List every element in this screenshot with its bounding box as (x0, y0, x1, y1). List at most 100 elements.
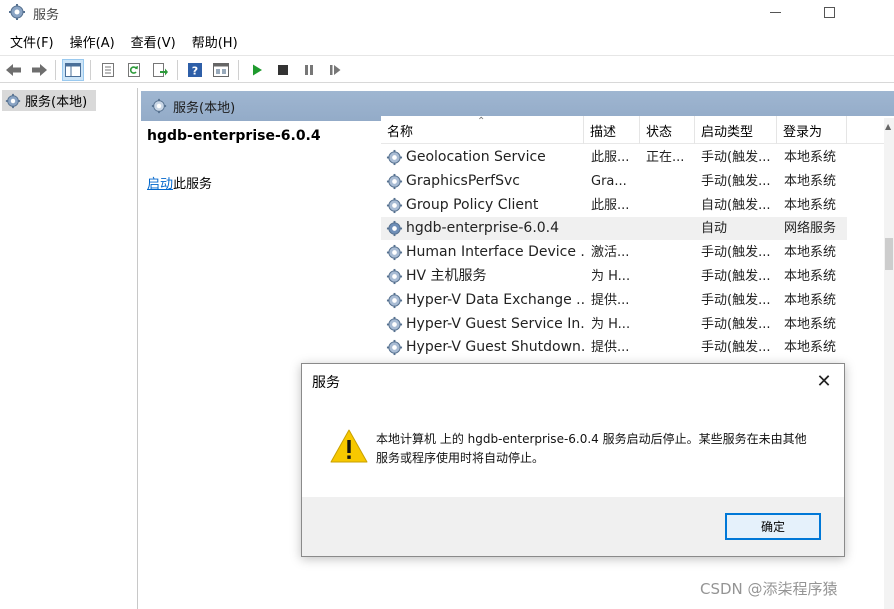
properties-button[interactable] (97, 59, 119, 81)
service-logon: 本地系统 (784, 150, 837, 165)
service-logon: 本地系统 (784, 292, 837, 308)
service-name: Hyper-V Guest Service In... (406, 315, 586, 332)
service-name: Human Interface Device ... (406, 244, 586, 261)
column-startup-label: 启动类型 (701, 124, 754, 140)
column-header-name[interactable]: 名称 ⌃ (381, 116, 584, 144)
service-gear-icon (386, 221, 403, 237)
service-logon: 网络服务 (784, 221, 837, 237)
service-gear-icon (386, 340, 403, 356)
service-description: 提供... (591, 292, 630, 308)
list-header: 名称 ⌃ 描述 状态 启动类型 登录为 (381, 116, 894, 144)
sort-ascending-icon: ⌃ (477, 116, 486, 127)
dialog-title: 服务 (312, 375, 340, 391)
table-row[interactable]: Geolocation Service 此服... 正在... 手动(触发... 本地系… (381, 146, 847, 169)
service-status (646, 241, 690, 264)
properties-icon (102, 63, 114, 77)
start-service-link[interactable]: 启动 (147, 177, 173, 192)
service-startup-type: 自动(触发... (701, 197, 771, 213)
service-status (646, 194, 690, 217)
service-gear-icon (386, 149, 403, 166)
service-description: 为 H... (591, 269, 631, 284)
service-gear-icon (386, 316, 403, 332)
tree-item-services-local[interactable]: 服务(本地) (2, 90, 96, 111)
toolbar-separator (238, 60, 239, 80)
services-gear-icon (9, 4, 25, 20)
show-hide-tree-button[interactable] (62, 59, 84, 81)
table-row[interactable]: Group Policy Client 此服... 自动(触发... 本地系统 (381, 194, 847, 217)
back-arrow-icon (6, 64, 21, 76)
service-startup-type: 手动(触发... (701, 150, 771, 165)
error-dialog: 服务 ✕ 本地计算机 上的 hgdb-enterprise-6.0.4 服务启动… (301, 363, 845, 557)
service-description: 激活... (591, 245, 630, 261)
service-status (646, 217, 690, 240)
refresh-icon (128, 63, 140, 77)
table-row[interactable]: Hyper-V Guest Service In... 为 H... 手动(触发..… (381, 313, 847, 336)
warning-icon (330, 429, 368, 463)
stop-service-button[interactable] (272, 59, 294, 81)
column-status-label: 状态 (646, 124, 673, 140)
service-gear-icon (386, 268, 403, 285)
toolbar-separator (90, 60, 91, 80)
forward-button[interactable] (28, 59, 50, 81)
dialog-message: 本地计算机 上的 hgdb-enterprise-6.0.4 服务启动后停止。某… (376, 432, 807, 465)
table-row[interactable]: Human Interface Device ... 激活... 手动(触发... 本… (381, 241, 847, 264)
service-logon: 本地系统 (784, 197, 837, 213)
resume-icon (330, 65, 341, 75)
service-description: 此服... (591, 150, 630, 165)
menu-view[interactable]: 查看(V) (123, 30, 184, 52)
service-description: 提供... (591, 340, 630, 356)
table-row[interactable]: Hyper-V Data Exchange ... 提供... 手动(触发... 本地… (381, 289, 847, 312)
resume-service-button[interactable] (324, 59, 346, 81)
column-header-logon[interactable]: 登录为 (777, 116, 847, 144)
menu-file[interactable]: 文件(F) (2, 30, 62, 52)
menu-bar: 文件(F) 操作(A) 查看(V) 帮助(H) (0, 30, 894, 52)
minimize-icon (769, 11, 781, 13)
menu-action[interactable]: 操作(A) (62, 30, 123, 52)
back-button[interactable] (3, 59, 25, 81)
console-tree-icon (213, 63, 229, 77)
service-name: HV 主机服务 (406, 268, 487, 284)
service-logon: 本地系统 (784, 316, 837, 332)
column-header-startup-type[interactable]: 启动类型 (695, 116, 777, 144)
start-service-suffix: 此服务 (173, 177, 213, 192)
toolbar-separator (177, 60, 178, 80)
service-logon: 本地系统 (784, 245, 837, 261)
service-startup-type: 手动(触发... (701, 340, 771, 356)
console-tree-button[interactable] (210, 59, 232, 81)
service-startup-type: 手动(触发... (701, 173, 771, 189)
help-button[interactable]: ? (184, 59, 206, 81)
maximize-button[interactable] (806, 0, 852, 24)
menu-help[interactable]: 帮助(H) (184, 30, 246, 52)
export-list-button[interactable] (149, 59, 171, 81)
services-gear-icon (151, 98, 167, 114)
maximize-icon (823, 6, 835, 18)
start-service-button[interactable] (246, 59, 268, 81)
selected-service-name: hgdb-enterprise-6.0.4 (147, 128, 321, 144)
close-icon: ✕ (816, 370, 832, 392)
watermark: CSDN @添柒程序猿 (700, 580, 838, 598)
service-name: Geolocation Service (406, 149, 546, 165)
vertical-scrollbar[interactable]: ▲ (884, 118, 894, 609)
table-row[interactable]: GraphicsPerfSvc Gra... 手动(触发... 本地系统 (381, 170, 847, 193)
dialog-close-button[interactable]: ✕ (806, 366, 842, 396)
refresh-button[interactable] (123, 59, 145, 81)
ok-button[interactable]: 确定 (725, 513, 821, 540)
service-startup-type: 自动 (701, 221, 728, 237)
scroll-thumb[interactable] (885, 238, 893, 270)
service-gear-icon (386, 245, 403, 261)
service-gear-icon (386, 173, 403, 189)
service-status (646, 313, 690, 336)
service-description: 此服... (591, 197, 630, 213)
table-row[interactable]: Hyper-V Guest Shutdown... 提供... 手动(触发... 本地… (381, 336, 847, 359)
minimize-button[interactable] (752, 0, 798, 24)
service-startup-type: 手动(触发... (701, 292, 771, 308)
service-status (646, 170, 690, 193)
console-tree: 服务(本地) (0, 88, 138, 609)
forward-arrow-icon (32, 64, 47, 76)
column-header-description[interactable]: 描述 (584, 116, 640, 144)
table-row[interactable]: HV 主机服务 为 H... 手动(触发... 本地系统 (381, 265, 847, 288)
table-row[interactable]: hgdb-enterprise-6.0.4 自动 网络服务 (381, 217, 847, 241)
tree-item-label: 服务(本地) (25, 95, 88, 110)
column-header-status[interactable]: 状态 (640, 116, 695, 144)
pause-service-button[interactable] (298, 59, 320, 81)
